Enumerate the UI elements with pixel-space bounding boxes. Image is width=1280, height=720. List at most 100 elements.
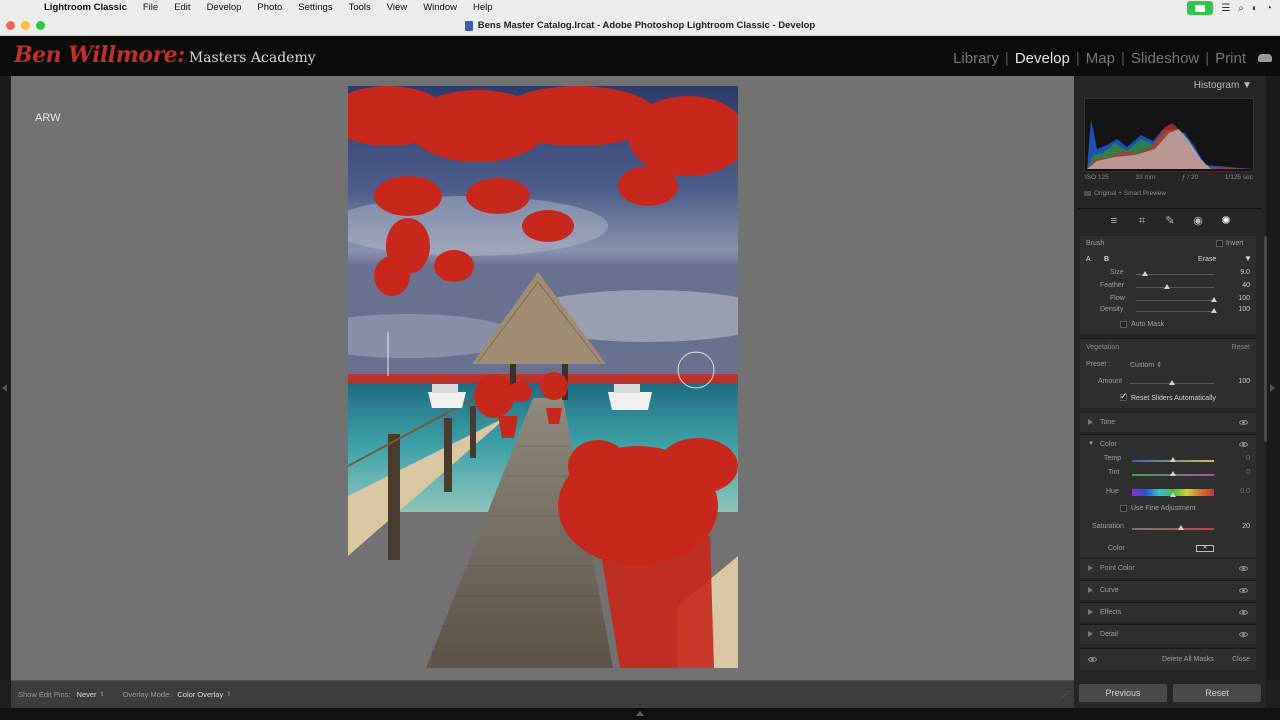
switch-icon[interactable]: ◐ [1252, 3, 1258, 14]
module-library[interactable]: Library [947, 50, 1005, 67]
temp-value[interactable]: 0 [1246, 455, 1250, 462]
menu-develop[interactable]: Develop [199, 0, 250, 16]
brush-menu-icon[interactable]: ▼ [1244, 254, 1252, 263]
delete-all-masks-button[interactable]: Delete All Masks [1162, 656, 1214, 663]
curve-section-header[interactable]: Curve [1080, 580, 1256, 600]
erase-tab[interactable]: Erase [1198, 256, 1216, 263]
menu-tools[interactable]: Tools [341, 0, 379, 16]
amount-slider-thumb[interactable] [1169, 380, 1175, 385]
menu-app-name[interactable]: Lightroom Classic [36, 0, 135, 16]
saturation-slider[interactable] [1132, 528, 1214, 530]
brush-b-tab[interactable]: B [1104, 256, 1109, 263]
menu-edit[interactable]: Edit [166, 0, 198, 16]
mask-reset-button[interactable]: Reset [1232, 344, 1250, 351]
menu-help[interactable]: Help [465, 0, 501, 16]
healing-icon[interactable]: ✎ [1164, 215, 1176, 227]
loupe-viewer[interactable]: ARW [11, 76, 1074, 680]
reset-sliders-checkbox[interactable] [1120, 391, 1128, 402]
hue-slider-thumb[interactable] [1170, 492, 1176, 497]
module-print[interactable]: Print [1209, 50, 1252, 67]
mask-settings: Vegetation Reset Preset : Custom ⇕ Amoun… [1080, 338, 1256, 408]
color-swatch-label: Color [1108, 545, 1125, 552]
eye-icon[interactable] [1239, 442, 1248, 447]
zoom-window-button[interactable] [36, 21, 45, 30]
effects-section-header[interactable]: Effects [1080, 602, 1256, 622]
minimize-window-button[interactable] [21, 21, 30, 30]
feather-slider-thumb[interactable] [1164, 284, 1171, 289]
module-map[interactable]: Map [1080, 50, 1121, 67]
flow-slider[interactable] [1136, 300, 1214, 301]
detail-label: Detail [1100, 631, 1118, 638]
eye-icon[interactable] [1239, 420, 1248, 425]
brush-a-tab[interactable]: A [1086, 256, 1091, 263]
window-title: Bens Master Catalog.lrcat - Adobe Photos… [477, 20, 816, 31]
right-panel: Histogram ▼ ISO 125 33 mm ƒ / 20 1/125 s… [1074, 76, 1266, 708]
right-panel-toggle[interactable] [1266, 76, 1280, 680]
histogram[interactable] [1084, 98, 1254, 172]
feather-slider[interactable] [1136, 287, 1214, 288]
size-slider-thumb[interactable] [1142, 271, 1149, 276]
eye-icon[interactable] [1239, 588, 1248, 593]
left-panel-toggle[interactable] [0, 76, 11, 680]
reset-button[interactable]: Reset [1173, 684, 1261, 702]
module-develop[interactable]: Develop [1009, 50, 1076, 67]
tone-section-header[interactable]: Tone [1080, 412, 1256, 432]
video-camera-icon[interactable] [1187, 1, 1214, 15]
color-section-label: Color [1100, 441, 1117, 448]
menu-view[interactable]: View [379, 0, 415, 16]
module-slideshow[interactable]: Slideshow [1125, 50, 1205, 67]
density-slider[interactable] [1136, 311, 1214, 312]
size-value[interactable]: 9.0 [1240, 269, 1250, 276]
show-pins-select[interactable]: Never [77, 690, 97, 699]
eye-icon[interactable] [1239, 566, 1248, 571]
preview-status[interactable]: Original + Smart Preview [1084, 190, 1166, 197]
saturation-slider-thumb[interactable] [1178, 525, 1185, 530]
automask-checkbox[interactable] [1120, 321, 1127, 328]
filmstrip-toggle[interactable] [0, 708, 1280, 720]
toolbar-options-icon[interactable]: ⋰ [1062, 690, 1070, 699]
point-color-section-header[interactable]: Point Color [1080, 558, 1256, 578]
temp-slider-thumb[interactable] [1170, 457, 1176, 462]
tint-slider-thumb[interactable] [1170, 471, 1176, 476]
flow-slider-thumb[interactable] [1211, 297, 1217, 302]
search-icon[interactable]: ⌕ [1238, 3, 1244, 14]
density-value[interactable]: 100 [1238, 306, 1250, 313]
panel-scrollbar[interactable] [1264, 236, 1267, 442]
fine-adjustment-checkbox[interactable] [1120, 505, 1127, 512]
masking-icon[interactable]: ✺ [1220, 215, 1232, 227]
fine-adjustment-label: Use Fine Adjustment [1131, 505, 1196, 512]
detail-section-header[interactable]: Detail [1080, 624, 1256, 644]
saturation-value[interactable]: 20 [1242, 523, 1250, 530]
focal-length-value: 33 mm [1135, 174, 1156, 181]
overlay-mode-select[interactable]: Color Overlay [177, 690, 223, 699]
brand-script: Ben Willmore: [14, 42, 185, 68]
preset-select[interactable]: Custom ⇕ [1130, 361, 1162, 369]
menu-window[interactable]: Window [415, 0, 465, 16]
control-center-icon[interactable]: ☰ [1221, 3, 1230, 14]
crop-icon[interactable]: ⌗ [1136, 215, 1148, 227]
edit-sliders-icon[interactable]: ≡ [1108, 215, 1120, 227]
menu-photo[interactable]: Photo [249, 0, 290, 16]
eye-icon[interactable] [1088, 657, 1097, 662]
red-eye-icon[interactable]: ◉ [1192, 215, 1204, 227]
tint-value[interactable]: 0 [1246, 469, 1250, 476]
photo-canvas[interactable] [348, 86, 738, 668]
histogram-title[interactable]: Histogram ▼ [1194, 80, 1252, 91]
menu-settings[interactable]: Settings [290, 0, 340, 16]
feather-value[interactable]: 40 [1242, 282, 1250, 289]
flow-value[interactable]: 100 [1238, 295, 1250, 302]
menu-file[interactable]: File [135, 0, 166, 16]
amount-value[interactable]: 100 [1238, 378, 1250, 385]
clock-icon[interactable]: ◔ [1266, 3, 1272, 14]
invert-checkbox[interactable] [1216, 240, 1223, 247]
eye-icon[interactable] [1239, 610, 1248, 615]
hue-value[interactable]: 0.0 [1240, 488, 1250, 495]
eye-icon[interactable] [1239, 632, 1248, 637]
close-window-button[interactable] [6, 21, 15, 30]
close-masking-button[interactable]: Close [1232, 656, 1250, 663]
collapse-triangle-icon[interactable]: ▼ [1088, 441, 1094, 447]
previous-button[interactable]: Previous [1079, 684, 1167, 702]
density-slider-thumb[interactable] [1211, 308, 1217, 313]
color-swatch[interactable]: ✕ [1196, 545, 1214, 552]
cloud-sync-icon[interactable] [1258, 54, 1272, 62]
